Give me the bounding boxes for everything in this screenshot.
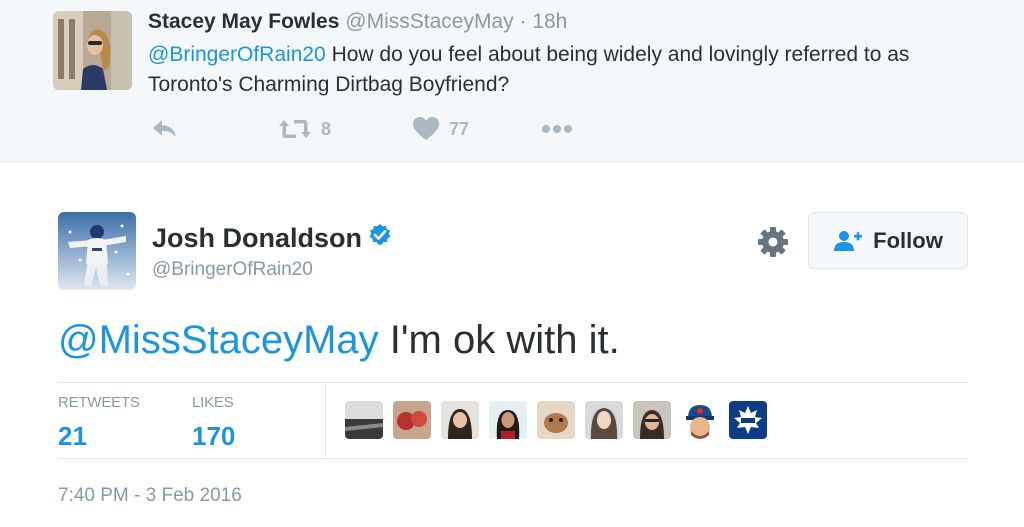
follow-button-label: Follow <box>873 227 943 253</box>
parent-author-handle[interactable]: @MissStaceyMay <box>345 10 513 33</box>
retweets-label: RETWEETS <box>58 394 140 411</box>
like-count: 77 <box>449 118 470 139</box>
stats-top-divider <box>58 382 968 383</box>
main-author-handle[interactable]: @BringerOfRain20 <box>152 258 313 282</box>
main-mention-link[interactable]: @MissStaceyMay <box>58 318 379 362</box>
add-user-icon <box>833 230 863 252</box>
parent-tweet-time[interactable]: 18h <box>532 10 567 33</box>
liker-avatar[interactable] <box>393 401 431 439</box>
liker-avatar[interactable] <box>633 401 671 439</box>
parent-mention-link[interactable]: @BringerOfRain20 <box>148 43 326 66</box>
parent-author-name[interactable]: Stacey May Fowles <box>148 10 339 33</box>
likes-label: LIKES <box>192 394 234 411</box>
main-tweet-body: I'm ok with it. <box>378 318 620 362</box>
heart-icon <box>413 117 439 140</box>
liker-avatar[interactable] <box>345 401 383 439</box>
verified-badge-icon <box>368 222 392 254</box>
parent-tweet-header: Stacey May Fowles @MissStaceyMay · 18h <box>148 10 567 34</box>
parent-tweet: Stacey May Fowles @MissStaceyMay · 18h @… <box>0 0 1024 162</box>
tweet-timestamp[interactable]: 7:40 PM - 3 Feb 2016 <box>58 484 242 508</box>
more-button[interactable] <box>541 114 573 144</box>
gear-icon[interactable] <box>757 226 789 258</box>
main-author-avatar[interactable] <box>58 212 136 290</box>
more-dots-icon <box>542 125 572 133</box>
liker-avatar[interactable] <box>489 401 527 439</box>
follow-button[interactable]: Follow <box>808 212 968 269</box>
liker-avatar[interactable] <box>441 401 479 439</box>
retweet-button[interactable]: 8 <box>279 114 331 144</box>
reply-button[interactable] <box>152 114 178 144</box>
liker-avatar[interactable] <box>729 401 767 439</box>
retweets-stat[interactable]: RETWEETS 21 <box>58 392 140 454</box>
liker-avatar[interactable] <box>681 401 719 439</box>
retweet-count: 8 <box>321 118 332 139</box>
parent-author-avatar[interactable] <box>53 11 132 90</box>
stats-bottom-divider <box>58 458 968 459</box>
liker-avatar[interactable] <box>537 401 575 439</box>
retweet-icon <box>279 120 311 138</box>
header-separator: · <box>519 10 527 33</box>
stats-separator <box>325 384 326 458</box>
retweets-value: 21 <box>58 421 87 451</box>
parent-tweet-text: @BringerOfRain20 How do you feel about b… <box>148 40 988 100</box>
main-tweet-text: @MissStaceyMay I'm ok with it. <box>58 314 620 366</box>
liker-avatar[interactable] <box>585 401 623 439</box>
likes-stat[interactable]: LIKES 170 <box>192 392 235 454</box>
reply-icon <box>153 120 176 137</box>
main-author-name[interactable]: Josh Donaldson <box>152 222 362 254</box>
likes-value: 170 <box>192 421 236 451</box>
main-author-name-row: Josh Donaldson <box>152 222 392 254</box>
like-button[interactable]: 77 <box>413 114 469 144</box>
